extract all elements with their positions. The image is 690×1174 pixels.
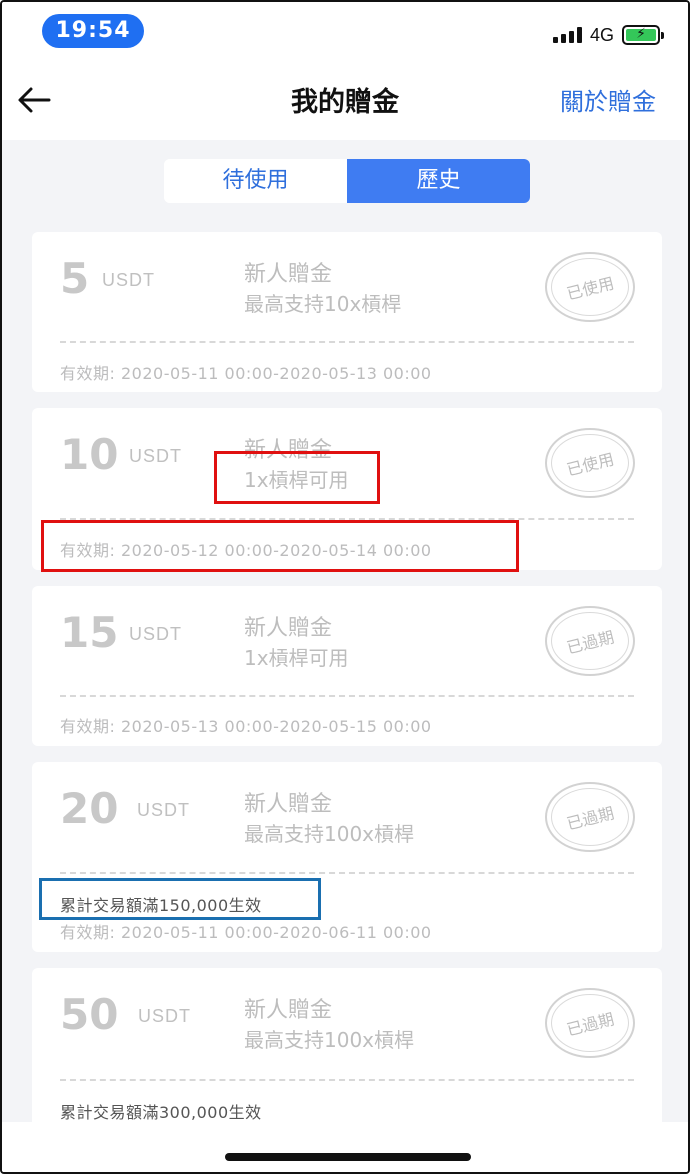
expired-stamp-icon: 已過期 — [545, 988, 635, 1058]
voucher-card[interactable]: 50 USDT 新人贈金 最高支持100x槓桿 已過期 累計交易額滿300,00… — [32, 968, 662, 1138]
voucher-card[interactable]: 5 USDT 新人贈金 最高支持10x槓桿 已使用 有效期: 2020-05-1… — [32, 232, 662, 392]
voucher-subtitle: 最高支持100x槓桿 — [244, 822, 415, 846]
voucher-title: 新人贈金 — [244, 262, 333, 287]
stamp-label: 已使用 — [564, 273, 616, 304]
used-stamp-icon: 已使用 — [545, 252, 635, 322]
voucher-card[interactable]: 20 USDT 新人贈金 最高支持100x槓桿 已過期 累計交易額滿150,00… — [32, 762, 662, 952]
used-stamp-icon: 已使用 — [545, 428, 635, 498]
voucher-subtitle: 最高支持100x槓桿 — [244, 1028, 415, 1052]
voucher-card[interactable]: 15 USDT 新人贈金 1x槓桿可用 已過期 有效期: 2020-05-13 … — [32, 586, 662, 746]
voucher-title: 新人贈金 — [244, 792, 333, 817]
dashed-divider — [60, 872, 634, 874]
tab-pending[interactable]: 待使用 — [164, 159, 347, 203]
dashed-divider — [60, 695, 634, 697]
voucher-unit: USDT — [129, 446, 182, 466]
highlight-box-leverage — [214, 451, 380, 504]
activation-condition: 累計交易額滿300,000生效 — [60, 1103, 262, 1122]
status-icons: 4G ⚡ — [552, 24, 664, 46]
voucher-subtitle: 最高支持10x槓桿 — [244, 292, 402, 316]
expired-stamp-icon: 已過期 — [545, 606, 635, 676]
voucher-unit: USDT — [129, 624, 182, 644]
battery-icon: ⚡ — [622, 25, 664, 45]
validity-period: 有效期: 2020-05-13 00:00-2020-05-15 00:00 — [60, 717, 432, 736]
stamp-label: 已過期 — [564, 627, 616, 658]
highlight-box-condition — [39, 878, 321, 920]
voucher-title: 新人贈金 — [244, 616, 333, 641]
dashed-divider — [60, 1079, 634, 1081]
network-type: 4G — [589, 24, 614, 45]
voucher-unit: USDT — [137, 800, 190, 820]
bottom-bar — [2, 1122, 688, 1172]
voucher-unit: USDT — [102, 270, 155, 290]
home-indicator[interactable] — [225, 1153, 471, 1161]
voucher-amount: 10 — [60, 430, 119, 479]
voucher-amount: 5 — [60, 254, 90, 303]
status-time: 19:54 — [42, 14, 144, 48]
voucher-subtitle: 1x槓桿可用 — [244, 646, 349, 670]
validity-period: 有效期: 2020-05-11 00:00-2020-06-11 00:00 — [60, 923, 432, 942]
dashed-divider — [60, 341, 634, 343]
voucher-title: 新人贈金 — [244, 998, 333, 1023]
voucher-amount: 20 — [60, 784, 119, 833]
stamp-label: 已過期 — [564, 1009, 616, 1040]
stamp-label: 已使用 — [564, 449, 616, 480]
expired-stamp-icon: 已過期 — [545, 782, 635, 852]
voucher-amount: 50 — [60, 990, 119, 1039]
highlight-box-validity — [41, 520, 519, 572]
about-bonus-link[interactable]: 關於贈金 — [560, 82, 656, 117]
tab-bar: 待使用 歷史 — [164, 159, 530, 203]
stamp-label: 已過期 — [564, 803, 616, 834]
validity-period: 有效期: 2020-05-11 00:00-2020-05-13 00:00 — [60, 364, 432, 383]
voucher-unit: USDT — [138, 1006, 191, 1026]
app-screen: 19:54 4G ⚡ 我的贈金 關於贈金 待使用 歷史 5 USDT 新人贈金 … — [0, 0, 690, 1174]
signal-icon — [552, 27, 582, 43]
voucher-amount: 15 — [60, 608, 119, 657]
tab-history[interactable]: 歷史 — [347, 159, 530, 203]
